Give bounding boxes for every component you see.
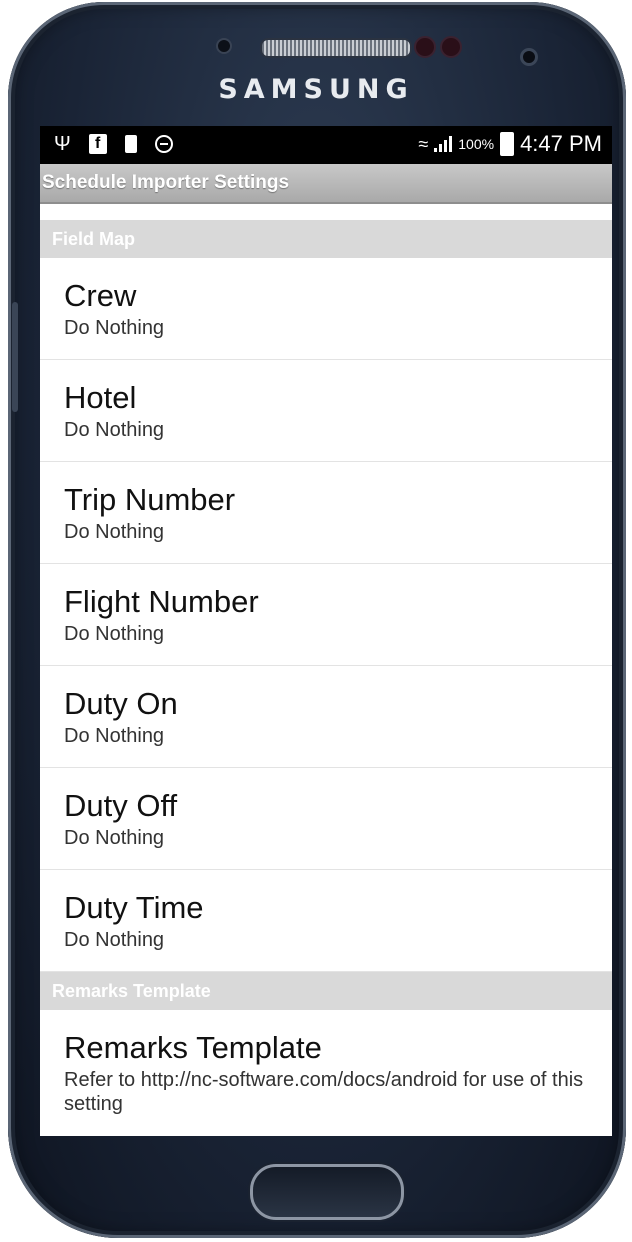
pref-title: Remarks Template <box>64 1030 322 1065</box>
do-not-disturb-icon <box>154 135 173 153</box>
pref-title: Flight Number <box>64 584 259 619</box>
battery-icon <box>500 132 515 156</box>
category-field-map: Field Map <box>40 220 612 258</box>
pref-remarks-template[interactable]: Remarks Template Refer to http://nc-soft… <box>40 1010 612 1136</box>
pref-trip-number[interactable]: Trip Number Do Nothing <box>40 462 612 564</box>
battery-percent: 100% <box>458 136 495 152</box>
pref-summary: Do Nothing <box>64 623 165 645</box>
status-bar: Ψ f ≈ 100% 4:47 PM <box>40 126 612 164</box>
clock: 4:47 PM <box>520 131 602 156</box>
wifi-icon: ≈ <box>418 134 429 154</box>
front-camera <box>520 48 538 66</box>
pref-duty-time[interactable]: Duty Time Do Nothing <box>40 870 612 972</box>
pref-hotel[interactable]: Hotel Do Nothing <box>40 360 612 462</box>
pref-summary: Do Nothing <box>64 521 165 543</box>
pref-flight-number[interactable]: Flight Number Do Nothing <box>40 564 612 666</box>
pref-title: Duty Time <box>64 890 204 925</box>
pref-summary: Do Nothing <box>64 419 165 441</box>
light-sensor <box>440 36 462 58</box>
category-remarks-template: Remarks Template <box>40 972 612 1010</box>
brand-logo: SAMSUNG <box>218 74 414 105</box>
pref-title: Duty Off <box>64 788 178 823</box>
pref-duty-on[interactable]: Duty On Do Nothing <box>40 666 612 768</box>
front-sensor <box>216 38 232 54</box>
pref-summary: Do Nothing <box>64 317 165 339</box>
pref-summary: Do Nothing <box>64 827 165 849</box>
pref-title: Duty On <box>64 686 178 721</box>
home-button[interactable] <box>250 1164 404 1220</box>
usb-icon: Ψ <box>54 133 71 155</box>
pref-title: Crew <box>64 278 137 313</box>
battery-saver-icon <box>124 135 137 153</box>
screen: Ψ f ≈ 100% 4:47 PM Schedule Importer Set… <box>40 126 612 1136</box>
pref-title: Trip Number <box>64 482 236 517</box>
app-bar-title: Schedule Importer Settings <box>40 164 612 204</box>
facebook-icon: f <box>88 134 107 154</box>
proximity-sensor <box>414 36 436 58</box>
pref-crew[interactable]: Crew Do Nothing <box>40 258 612 360</box>
pref-summary: Do Nothing <box>64 725 165 747</box>
pref-summary: Refer to http://nc-software.com/docs/and… <box>64 1069 584 1115</box>
earpiece-speaker <box>260 38 412 58</box>
signal-icon <box>434 136 453 152</box>
pref-title: Hotel <box>64 380 137 415</box>
pref-summary: Do Nothing <box>64 929 165 951</box>
spacer <box>40 204 612 220</box>
pref-duty-off[interactable]: Duty Off Do Nothing <box>40 768 612 870</box>
volume-button <box>12 302 18 412</box>
